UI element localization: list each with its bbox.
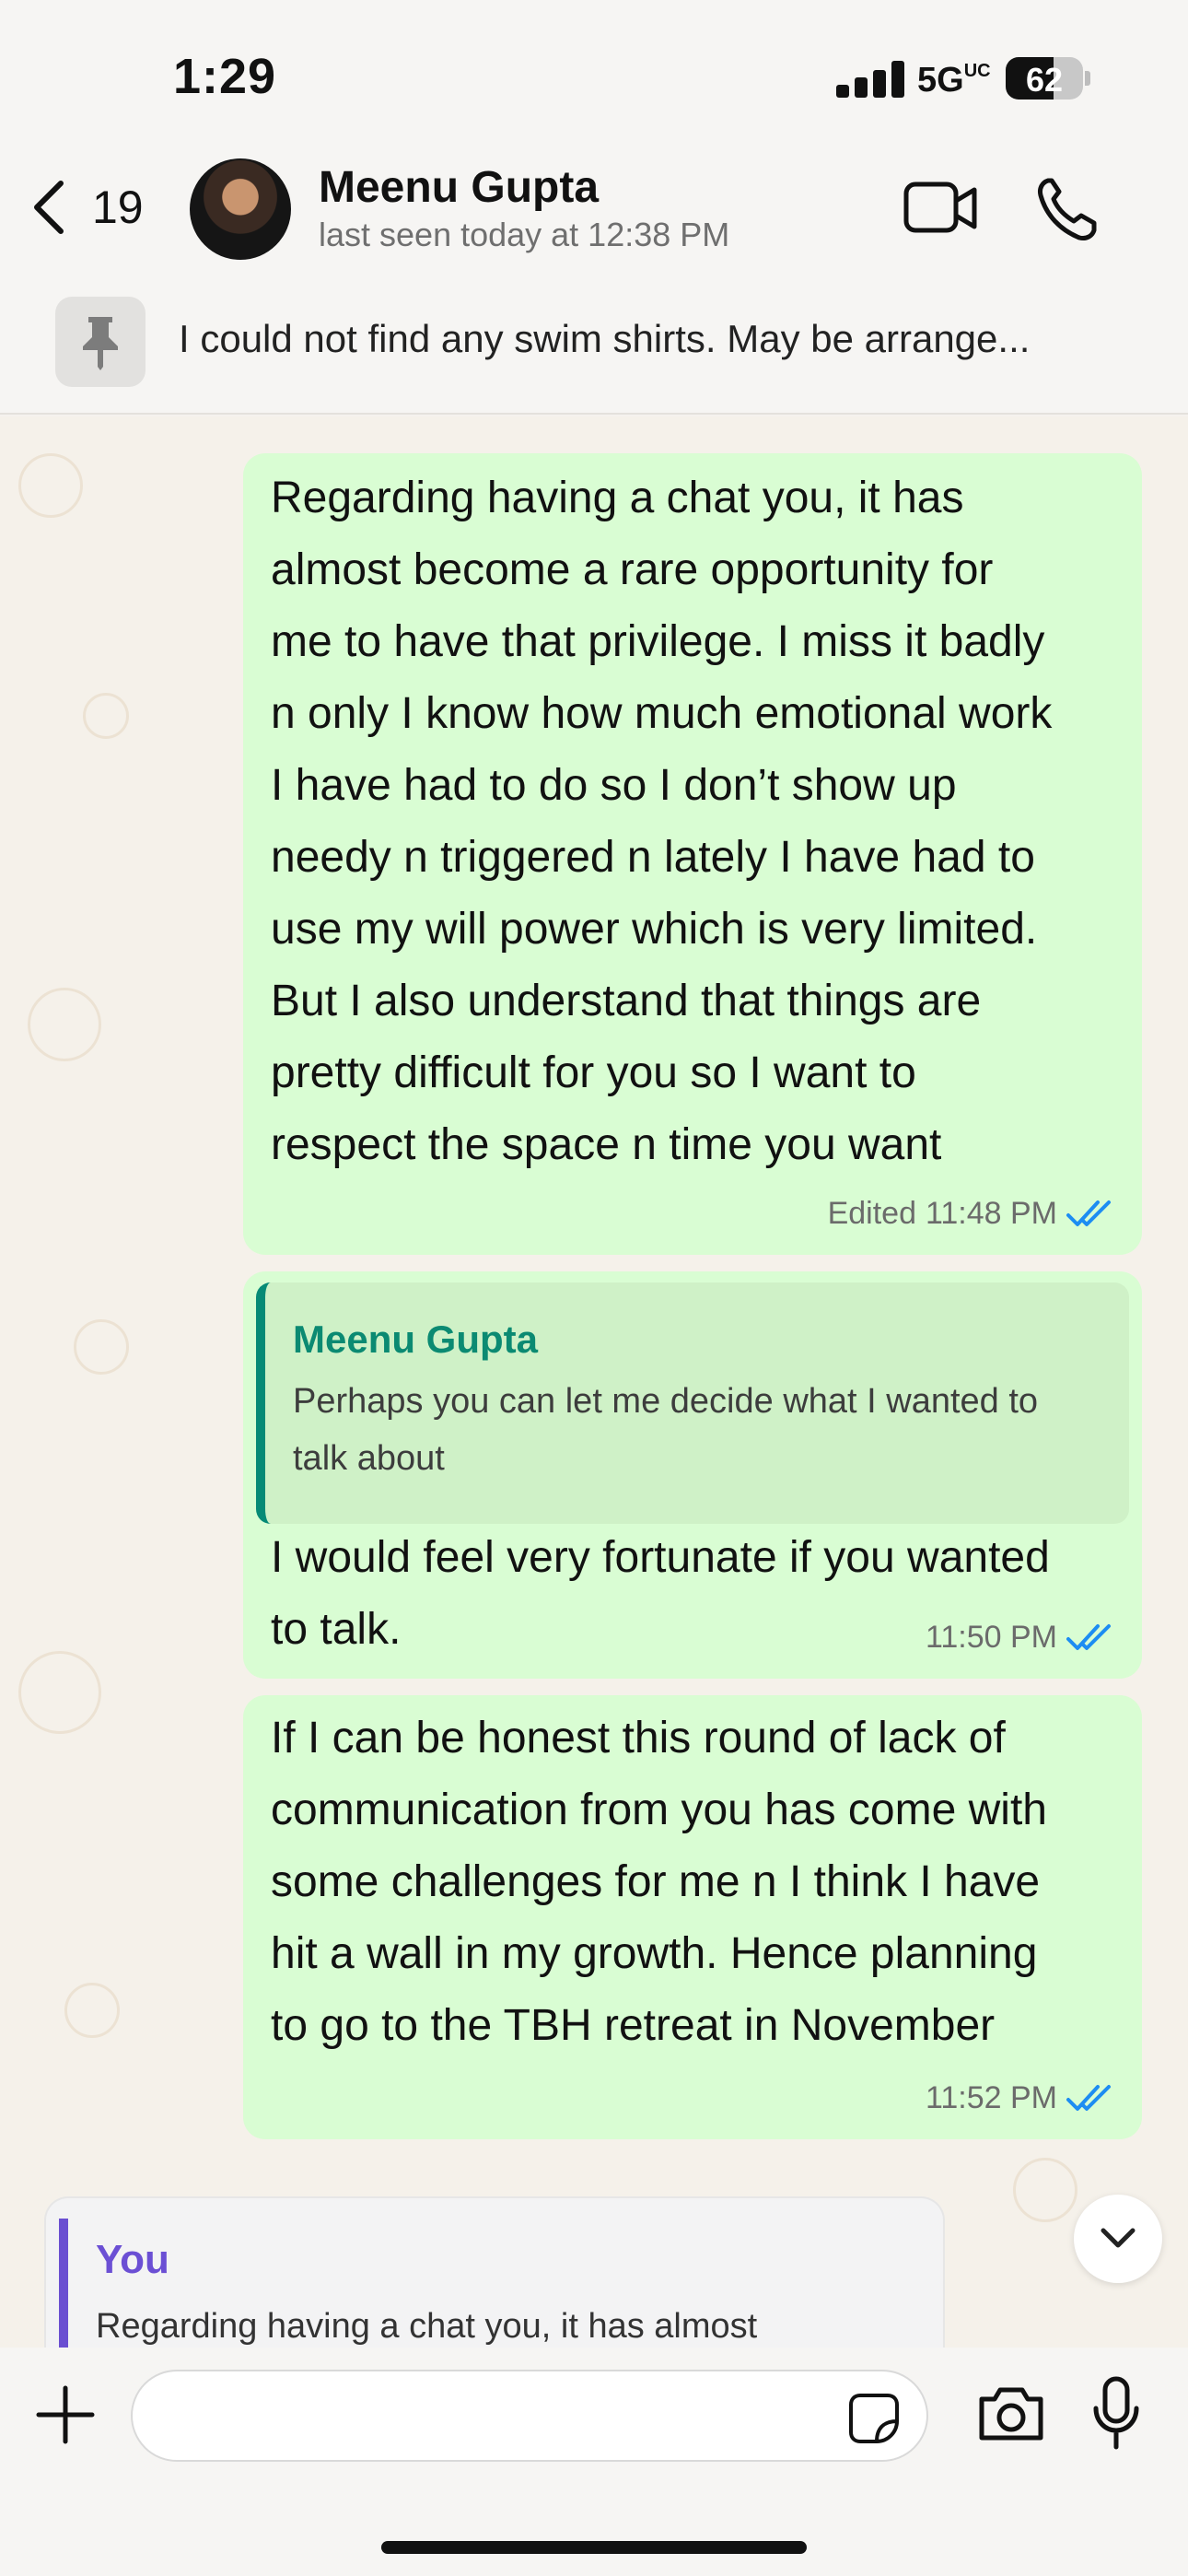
home-indicator[interactable] bbox=[381, 2541, 807, 2554]
message-time: 11:52 PM bbox=[925, 2080, 1057, 2115]
reply-sender: You bbox=[96, 2237, 169, 2282]
quoted-text: Perhaps you can let me decide what I wan… bbox=[293, 1373, 1122, 1487]
video-camera-icon[interactable] bbox=[903, 173, 980, 243]
message-line: needy n triggered n lately I have had to bbox=[271, 833, 1035, 882]
message-line: to go to the TBH retreat in November bbox=[271, 2001, 996, 2050]
message-line: pretty difficult for you so I want to bbox=[271, 1048, 916, 1097]
outgoing-message[interactable]: Regarding having a chat you, it has almo… bbox=[243, 453, 1142, 1255]
quoted-line: Perhaps you can let me decide what I wan… bbox=[293, 1382, 1039, 1421]
message-text: If I can be honest this round of lack of… bbox=[271, 1703, 1047, 2062]
quoted-sender: Meenu Gupta bbox=[293, 1317, 539, 1361]
message-line: But I also understand that things are bbox=[271, 977, 982, 1025]
message-time: 11:48 PM bbox=[925, 1196, 1057, 1231]
contact-name[interactable]: Meenu Gupta bbox=[319, 162, 599, 213]
reply-preview[interactable]: You Regarding having a chat you, it has … bbox=[44, 2196, 945, 2349]
pinned-message-bar[interactable]: I could not find any swim shirts. May be… bbox=[0, 276, 1188, 415]
message-line: almost become a rare opportunity for bbox=[271, 545, 994, 594]
message-time: 11:50 PM bbox=[925, 1620, 1057, 1655]
chevron-down-icon bbox=[1101, 2228, 1136, 2248]
camera-icon[interactable] bbox=[976, 2384, 1046, 2443]
message-line: I would feel very fortunate if you wante… bbox=[271, 1533, 1050, 1582]
avatar[interactable] bbox=[190, 158, 291, 260]
wallpaper-doodle bbox=[28, 988, 101, 1061]
battery-percent: 62 bbox=[1025, 61, 1064, 99]
message-line: Regarding having a chat you, it has bbox=[271, 474, 964, 522]
microphone-icon[interactable] bbox=[1090, 2375, 1142, 2451]
quoted-line: talk about bbox=[293, 1439, 445, 1478]
wallpaper-doodle bbox=[83, 693, 129, 739]
wallpaper-doodle bbox=[1013, 2158, 1077, 2222]
message-meta: 11:50 PM bbox=[926, 1620, 1114, 1656]
message-line: n only I know how much emotional work bbox=[271, 689, 1053, 738]
sticker-icon[interactable] bbox=[847, 2392, 901, 2445]
pin-icon bbox=[55, 297, 146, 387]
network-label: 5G bbox=[917, 61, 964, 100]
wallpaper-doodle bbox=[64, 1983, 120, 2038]
chevron-left-icon bbox=[34, 181, 64, 234]
last-seen-status: last seen today at 12:38 PM bbox=[319, 216, 730, 253]
message-line: me to have that privilege. I miss it bad… bbox=[271, 617, 1045, 666]
reply-preview-content: You Regarding having a chat you, it has … bbox=[59, 2219, 943, 2349]
message-line: respect the space n time you want bbox=[271, 1120, 942, 1169]
reply-text: Regarding having a chat you, it has almo… bbox=[96, 2307, 758, 2346]
pinned-message-text: I could not find any swim shirts. May be… bbox=[179, 317, 1031, 360]
battery-icon: 62 bbox=[1006, 57, 1083, 100]
chat-header: 19 Meenu Gupta last seen today at 12:38 … bbox=[0, 138, 1188, 276]
message-meta: Edited 11:48 PM bbox=[828, 1196, 1114, 1232]
message-line: I have had to do so I don’t show up bbox=[271, 761, 957, 810]
network-suffix: UC bbox=[963, 61, 991, 81]
scroll-to-bottom-button[interactable] bbox=[1074, 2195, 1162, 2283]
outgoing-message[interactable]: Meenu Gupta Perhaps you can let me decid… bbox=[243, 1271, 1142, 1679]
message-line: communication from you has come with bbox=[271, 1786, 1047, 1834]
plus-icon[interactable] bbox=[35, 2384, 96, 2445]
status-time: 1:29 bbox=[173, 49, 277, 104]
phone-icon[interactable] bbox=[1035, 173, 1100, 243]
message-text: Regarding having a chat you, it has almo… bbox=[271, 463, 1052, 1181]
wallpaper-doodle bbox=[18, 453, 83, 518]
status-bar: 1:29 5GUC 62 bbox=[0, 0, 1188, 157]
wallpaper-doodle bbox=[18, 1651, 101, 1734]
message-meta: 11:52 PM bbox=[926, 2080, 1114, 2116]
back-button[interactable]: 19 bbox=[28, 175, 166, 240]
signal-icon bbox=[836, 61, 910, 98]
message-input[interactable] bbox=[131, 2370, 928, 2462]
read-receipt-icon bbox=[1066, 1623, 1111, 1650]
message-line: hit a wall in my growth. Hence planning bbox=[271, 1929, 1038, 1978]
message-line: some challenges for me n I think I have bbox=[271, 1857, 1041, 1906]
quoted-message[interactable]: Meenu Gupta Perhaps you can let me decid… bbox=[256, 1282, 1129, 1524]
network-indicator: 5GUC bbox=[917, 61, 991, 100]
edited-label: Edited bbox=[827, 1196, 916, 1231]
read-receipt-icon bbox=[1066, 2084, 1111, 2111]
message-line: If I can be honest this round of lack of bbox=[271, 1714, 1006, 1762]
battery-tip bbox=[1085, 71, 1090, 86]
read-receipt-icon bbox=[1066, 1200, 1111, 1226]
chat-area[interactable]: Regarding having a chat you, it has almo… bbox=[0, 416, 1188, 2349]
composer-bar bbox=[0, 2348, 1188, 2576]
wallpaper-doodle bbox=[74, 1319, 129, 1375]
outgoing-message[interactable]: If I can be honest this round of lack of… bbox=[243, 1695, 1142, 2139]
message-line: use my will power which is very limited. bbox=[271, 905, 1038, 954]
unread-count: 19 bbox=[92, 181, 144, 233]
